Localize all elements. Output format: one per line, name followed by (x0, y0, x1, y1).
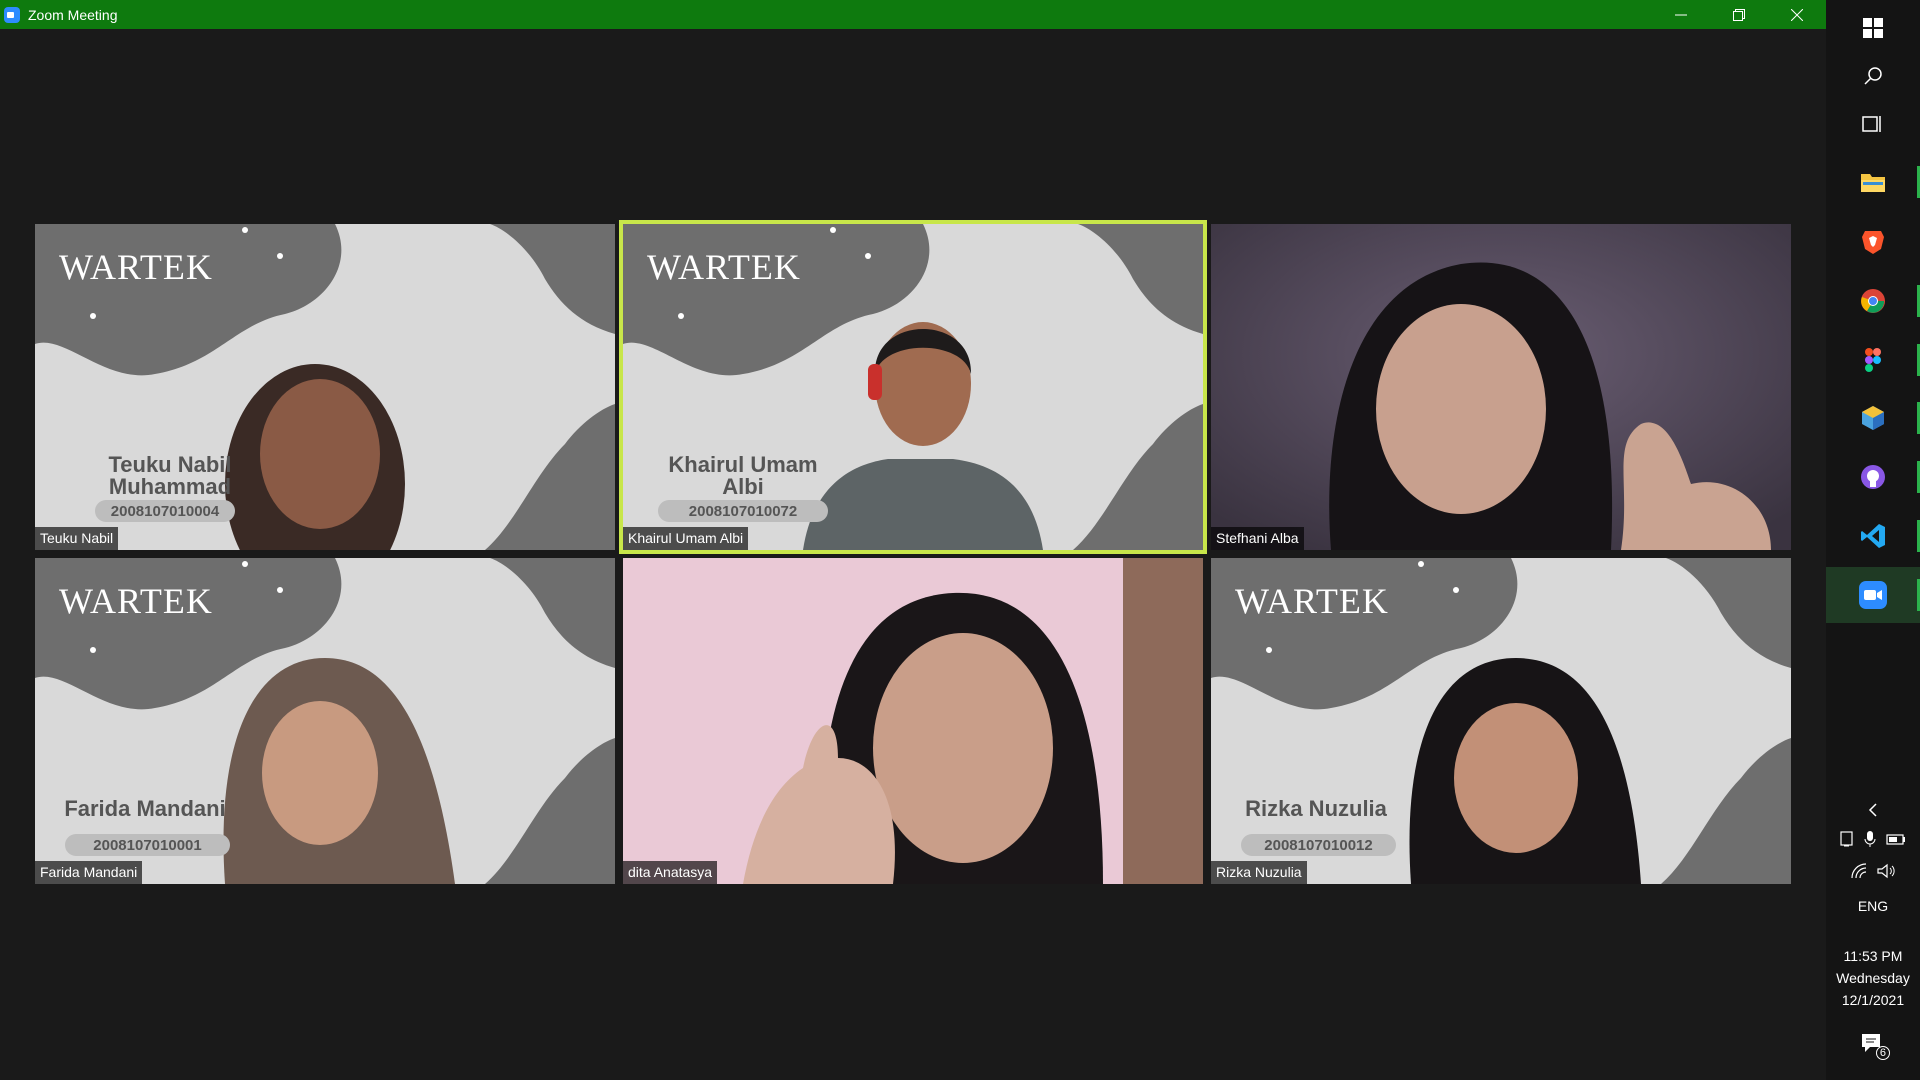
task-view-button[interactable] (1826, 96, 1920, 152)
background-name-line: Rizka Nuzulia (1245, 796, 1387, 821)
search-icon (1864, 67, 1882, 85)
participant-name-label: Khairul Umam Albi (623, 527, 749, 550)
restore-button[interactable] (1710, 0, 1768, 29)
brave-browser-icon (1862, 231, 1884, 254)
tray-icons-row (1826, 830, 1920, 848)
clock[interactable]: 11:53 PM Wednesday 12/1/2021 (1826, 945, 1920, 1011)
participant-tile[interactable]: dita Anatasya (623, 558, 1203, 884)
figma-icon (1865, 348, 1881, 372)
background-id: 2008107010001 (65, 834, 230, 856)
participant-name-label: Farida Mandani (35, 861, 143, 884)
taskbar-app-zoom[interactable] (1826, 567, 1920, 623)
input-language-indicator[interactable]: ENG (1826, 898, 1920, 914)
background-name: Khairul Umam Albi (658, 454, 828, 498)
clock-date: 12/1/2021 (1841, 992, 1905, 1008)
background-id: 2008107010004 (95, 500, 235, 522)
windows-start-icon (1863, 18, 1883, 38)
clock-day: Wednesday (1836, 970, 1910, 986)
participant-name-label: dita Anatasya (623, 861, 718, 884)
background-name-line: Khairul Umam (668, 452, 818, 477)
participant-tile[interactable]: WARTEK Farida Mandani 2008107010001 Fari… (35, 558, 615, 884)
microphone-icon[interactable] (1863, 830, 1877, 848)
taskbar-app-figma[interactable] (1826, 332, 1920, 388)
close-button[interactable] (1768, 0, 1826, 29)
participant-name-label: Teuku Nabil (35, 527, 119, 550)
action-center-button[interactable]: 6 (1826, 1020, 1920, 1068)
participant-tile-active-speaker[interactable]: WARTEK Khairul Umam Albi 2008107010072 K… (619, 220, 1207, 554)
zoom-icon (1859, 581, 1887, 609)
taskbar-app-virtualbox[interactable] (1826, 390, 1920, 446)
volume-icon[interactable] (1876, 862, 1896, 880)
background-name-line: Farida Mandani (64, 796, 226, 821)
chevron-left-icon (1868, 803, 1877, 817)
task-view-icon (1862, 116, 1881, 132)
vscode-icon (1861, 524, 1885, 548)
tablet-mode-icon[interactable] (1839, 830, 1855, 848)
wartek-logo: WARTEK (59, 247, 213, 287)
restore-icon (1733, 8, 1745, 21)
title-bar: Zoom Meeting (0, 0, 1826, 29)
participant-name-label: Stefhani Alba (1211, 527, 1304, 550)
wartek-logo: WARTEK (59, 581, 213, 621)
minimize-button[interactable] (1652, 0, 1710, 29)
background-name: Rizka Nuzulia (1221, 798, 1411, 820)
background-id: 2008107010012 (1241, 834, 1396, 856)
chrome-icon (1861, 289, 1885, 313)
taskbar-app-file-explorer[interactable] (1826, 154, 1920, 210)
zoom-app-icon (4, 6, 20, 23)
notification-count-badge: 6 (1875, 1046, 1890, 1060)
clock-time: 11:53 PM (1843, 948, 1903, 964)
window-title: Zoom Meeting (28, 6, 118, 23)
background-name-line: Albi (722, 474, 764, 499)
background-id: 2008107010072 (658, 500, 828, 522)
background-name-line: Teuku Nabil (108, 452, 232, 477)
minimize-icon (1675, 14, 1687, 15)
virtualbox-icon (1862, 406, 1884, 430)
close-icon (1791, 8, 1803, 21)
camera-video (1211, 224, 1791, 550)
battery-icon[interactable] (1885, 830, 1907, 848)
github-icon (1861, 465, 1885, 489)
window-controls (1652, 0, 1826, 29)
taskbar-app-chrome[interactable] (1826, 273, 1920, 329)
taskbar-app-vscode[interactable] (1826, 508, 1920, 564)
tray-icons-row (1826, 862, 1920, 880)
wartek-logo: WARTEK (1235, 581, 1389, 621)
taskbar-app-github-desktop[interactable] (1826, 449, 1920, 505)
camera-video (623, 558, 1203, 884)
participant-name-label: Rizka Nuzulia (1211, 861, 1307, 884)
show-hidden-icons-button[interactable] (1826, 796, 1920, 824)
participant-tile[interactable]: WARTEK Teuku Nabil Muhammad Dhuha 200810… (35, 224, 615, 550)
background-name: Farida Mandani (45, 798, 245, 820)
network-icon[interactable] (1850, 862, 1868, 880)
participant-tile[interactable]: Stefhani Alba (1211, 224, 1791, 550)
wartek-logo: WARTEK (647, 247, 801, 287)
folder-icon (1861, 174, 1885, 192)
taskbar: ENG 11:53 PM Wednesday 12/1/2021 6 (1826, 0, 1920, 1080)
notification-icon-wrapper: 6 (1860, 1032, 1890, 1060)
meeting-gallery: WARTEK Teuku Nabil Muhammad Dhuha 200810… (0, 29, 1826, 1080)
taskbar-app-brave[interactable] (1826, 214, 1920, 270)
participant-tile[interactable]: WARTEK Rizka Nuzulia 2008107010012 Rizka… (1211, 558, 1791, 884)
